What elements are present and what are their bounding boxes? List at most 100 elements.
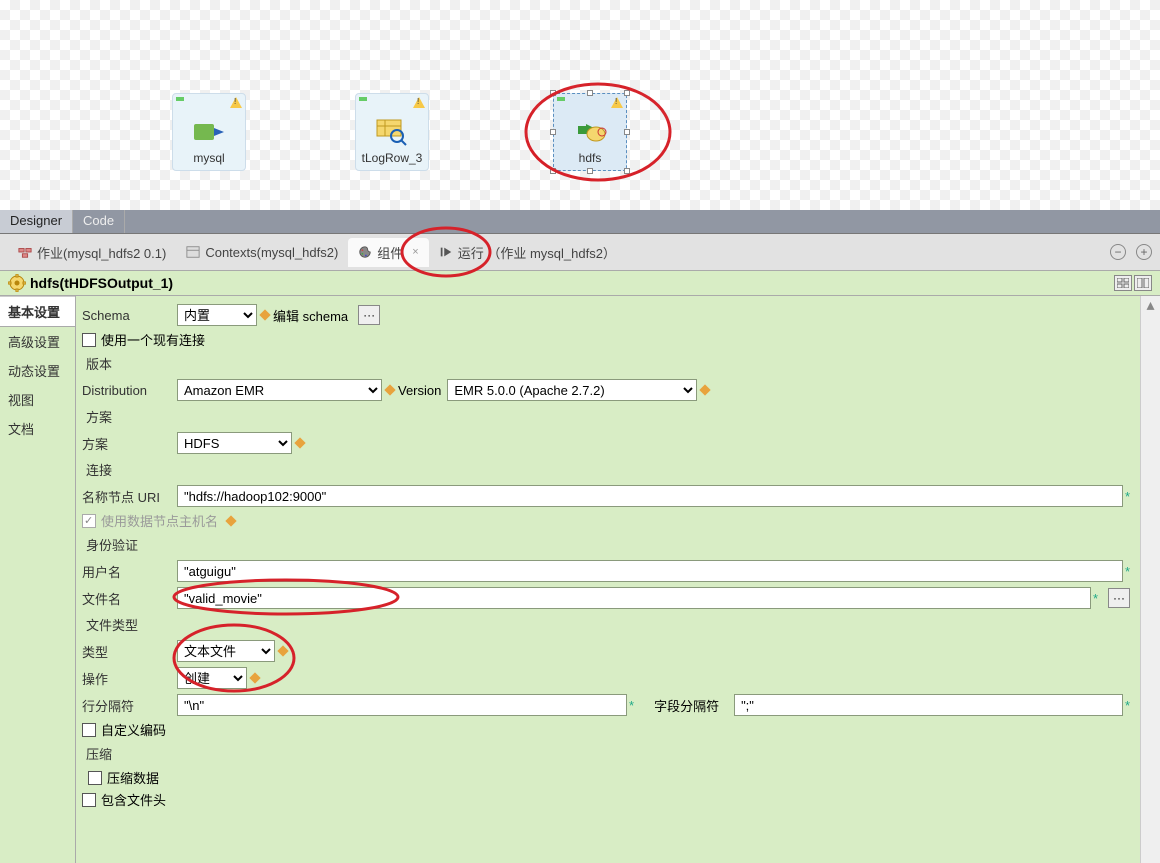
maximize-icon[interactable]: +	[1136, 244, 1152, 260]
schema-label: Schema	[82, 308, 177, 323]
side-tab-doc[interactable]: 文档	[0, 414, 75, 443]
required-icon: *	[1125, 698, 1130, 713]
custom-encoding-checkbox[interactable]	[82, 723, 96, 737]
tab-contexts[interactable]: Contexts(mysql_hdfs2)	[176, 240, 348, 265]
node-hdfs[interactable]: hdfs	[553, 93, 631, 171]
required-icon: *	[1125, 564, 1130, 579]
edit-schema-label: 编辑 schema	[273, 306, 348, 325]
use-datanode-label: 使用数据节点主机名	[101, 511, 218, 530]
include-header-label: 包含文件头	[101, 790, 166, 809]
view-tabs: 作业(mysql_hdfs2 0.1) Contexts(mysql_hdfs2…	[0, 234, 1160, 270]
action-select[interactable]: 创建	[177, 667, 247, 689]
warning-icon	[230, 97, 242, 108]
diamond-icon	[259, 309, 270, 320]
include-header-checkbox[interactable]	[82, 793, 96, 807]
schema-select[interactable]: 内置	[177, 304, 257, 326]
required-icon: *	[1125, 489, 1130, 504]
filename-label: 文件名	[82, 589, 177, 608]
tab-component[interactable]: 组件 ×	[348, 238, 428, 267]
db-arrow-icon	[192, 118, 226, 146]
tab-label: 作业(mysql_hdfs2 0.1)	[37, 243, 166, 262]
fieldsep-label: 字段分隔符	[654, 696, 734, 715]
contexts-icon	[186, 245, 200, 259]
component-title-bar: hdfs(tHDFSOutput_1)	[0, 270, 1160, 296]
auth-heading: 身份验证	[82, 533, 1130, 556]
side-tab-view[interactable]: 视图	[0, 385, 75, 414]
filename-browse-button[interactable]: ···	[1108, 588, 1130, 608]
side-tab-advanced[interactable]: 高级设置	[0, 327, 75, 356]
required-icon: *	[629, 698, 634, 713]
hdfs-elephant-icon	[572, 118, 608, 146]
component-config: 基本设置 高级设置 动态设置 视图 文档 Schema 内置 编辑 schema…	[0, 296, 1160, 863]
custom-encoding-label: 自定义编码	[101, 720, 166, 739]
warning-icon	[413, 97, 425, 108]
view-split-icon[interactable]	[1134, 275, 1152, 291]
use-existing-conn-checkbox[interactable]	[82, 333, 96, 347]
designer-canvas[interactable]: mysql tLogRow_3 hdfs	[0, 0, 1160, 210]
version-heading: 版本	[82, 352, 1130, 375]
distribution-label: Distribution	[82, 383, 177, 398]
type-label: 类型	[82, 642, 177, 661]
node-mysql[interactable]: mysql	[172, 93, 250, 171]
rowsep-label: 行分隔符	[82, 696, 177, 715]
edit-schema-button[interactable]: ···	[358, 305, 380, 325]
basic-settings-panel: Schema 内置 编辑 schema ··· 使用一个现有连接 版本 Dist…	[76, 296, 1140, 863]
scroll-up-icon[interactable]: ▴	[1141, 296, 1160, 314]
side-tab-dynamic[interactable]: 动态设置	[0, 356, 75, 385]
tab-job[interactable]: 作业(mysql_hdfs2 0.1)	[8, 238, 176, 267]
use-datanode-checkbox	[82, 514, 96, 528]
play-icon	[439, 245, 453, 259]
version-select[interactable]: EMR 5.0.0 (Apache 2.7.2)	[447, 379, 697, 401]
compress-heading: 压缩	[82, 742, 1130, 765]
compress-data-label: 压缩数据	[107, 768, 159, 787]
side-tab-basic[interactable]: 基本设置	[0, 296, 75, 327]
side-tab-list: 基本设置 高级设置 动态设置 视图 文档	[0, 296, 76, 863]
namenode-input[interactable]	[177, 485, 1123, 507]
rowsep-input[interactable]	[177, 694, 627, 716]
minimize-icon[interactable]: −	[1110, 244, 1126, 260]
required-icon: *	[1093, 591, 1098, 606]
scheme-heading: 方案	[82, 405, 1130, 428]
editor-mode-tabs: Designer Code	[0, 210, 1160, 234]
tab-designer[interactable]: Designer	[0, 210, 73, 233]
tab-code[interactable]: Code	[73, 210, 125, 233]
job-icon	[18, 245, 32, 259]
filename-input[interactable]	[177, 587, 1091, 609]
scheme-label: 方案	[82, 434, 177, 453]
diamond-icon	[294, 437, 305, 448]
filetype-heading: 文件类型	[82, 613, 1130, 636]
username-label: 用户名	[82, 562, 177, 581]
warning-icon	[611, 97, 623, 108]
node-label: hdfs	[554, 151, 626, 165]
username-input[interactable]	[177, 560, 1123, 582]
view-grid-icon[interactable]	[1114, 275, 1132, 291]
diamond-icon	[384, 384, 395, 395]
tab-label: 组件	[377, 243, 403, 262]
palette-icon	[358, 245, 372, 259]
scheme-select[interactable]: HDFS	[177, 432, 292, 454]
use-existing-conn-label: 使用一个现有连接	[101, 330, 205, 349]
tab-label: 运行 （作业 mysql_hdfs2）	[458, 243, 616, 262]
close-icon[interactable]: ×	[412, 246, 418, 258]
conn-heading: 连接	[82, 458, 1130, 481]
node-label: mysql	[173, 151, 245, 165]
version-label: Version	[398, 383, 441, 398]
tab-run[interactable]: 运行 （作业 mysql_hdfs2）	[429, 238, 626, 267]
scrollbar[interactable]: ▴	[1140, 296, 1160, 863]
namenode-label: 名称节点 URI	[82, 487, 177, 506]
log-magnify-icon	[375, 118, 409, 146]
fieldsep-input[interactable]	[734, 694, 1123, 716]
diamond-icon	[277, 645, 288, 656]
gear-icon	[8, 274, 26, 292]
node-label: tLogRow_3	[356, 151, 428, 165]
diamond-icon	[700, 384, 711, 395]
diamond-icon	[225, 515, 236, 526]
type-select[interactable]: 文本文件	[177, 640, 275, 662]
diamond-icon	[249, 672, 260, 683]
title-text: hdfs(tHDFSOutput_1)	[30, 275, 173, 291]
compress-data-checkbox[interactable]	[88, 771, 102, 785]
tab-label: Contexts(mysql_hdfs2)	[205, 245, 338, 260]
distribution-select[interactable]: Amazon EMR	[177, 379, 382, 401]
node-tlogrow[interactable]: tLogRow_3	[355, 93, 433, 171]
action-label: 操作	[82, 669, 177, 688]
